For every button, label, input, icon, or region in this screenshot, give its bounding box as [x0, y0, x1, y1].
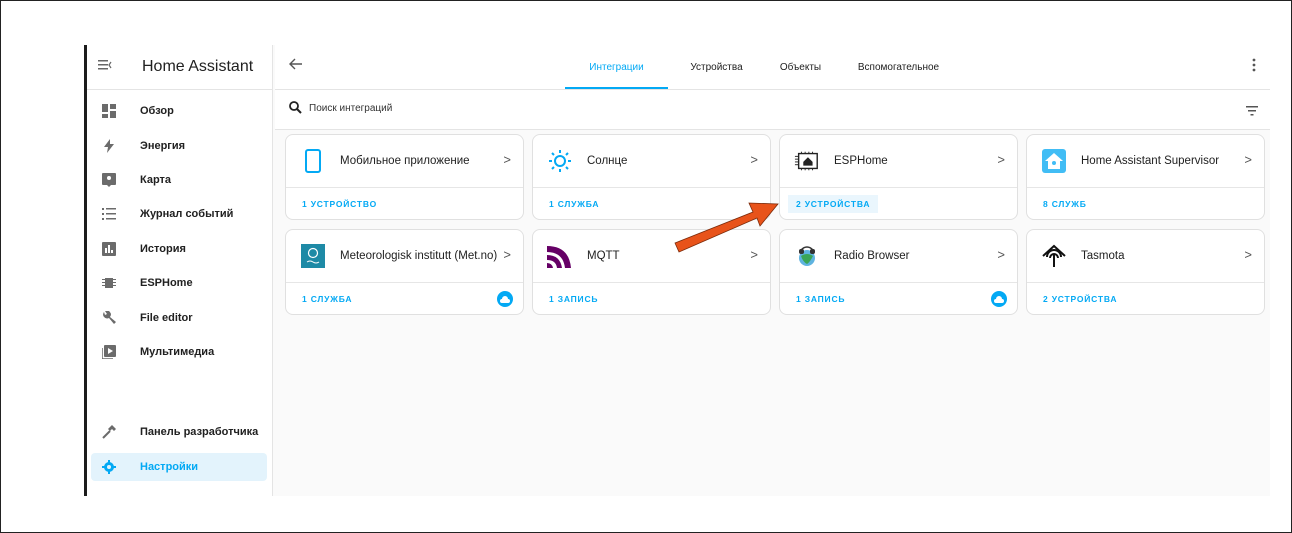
annotation-arrow [674, 202, 779, 253]
